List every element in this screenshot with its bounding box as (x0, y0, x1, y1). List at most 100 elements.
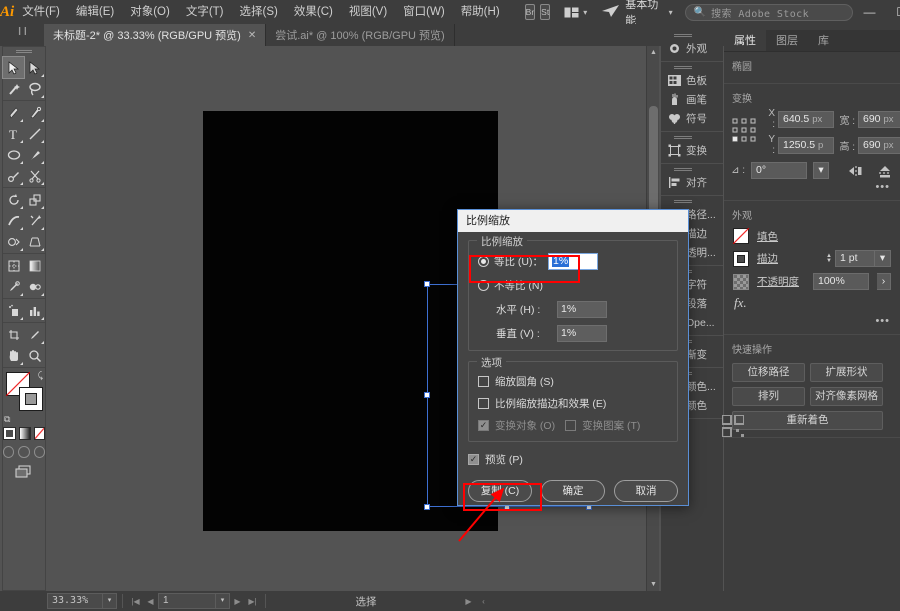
tab-libraries[interactable]: 库 (808, 30, 839, 51)
opacity-input[interactable]: 100% (813, 273, 869, 290)
gradient-tool[interactable] (24, 255, 45, 276)
artboard-number-input[interactable]: 1 (158, 593, 216, 609)
strokes-effects-checkbox[interactable] (478, 398, 489, 409)
dock-item-transform[interactable]: 变换 (661, 141, 723, 160)
uniform-input[interactable]: 1% (548, 253, 598, 270)
reference-point-grid[interactable] (731, 117, 757, 143)
flip-vertical-icon[interactable] (877, 164, 893, 178)
dock-item-align[interactable]: 对齐 (661, 173, 723, 192)
scale-tool[interactable] (24, 189, 45, 210)
document-tab-1[interactable]: 未标题-2* @ 33.33% (RGB/GPU 预览) ✕ (44, 24, 267, 46)
dock-item-symbols[interactable]: 符号 (661, 109, 723, 128)
mesh-tool[interactable] (3, 255, 24, 276)
dock-item-swatches[interactable]: 色板 (661, 71, 723, 90)
paintbrush-tool[interactable] (24, 144, 45, 165)
cc-libraries-icon[interactable] (601, 4, 621, 21)
symbol-sprayer-tool[interactable] (3, 300, 24, 321)
stroke-weight-dropdown[interactable]: ▾ (875, 250, 891, 267)
slice-tool[interactable] (24, 324, 45, 345)
menu-object[interactable]: 对象(O) (122, 0, 178, 24)
menu-select[interactable]: 选择(S) (232, 0, 286, 24)
artboard-tool[interactable] (3, 324, 24, 345)
strokes-effects-row[interactable]: 比例缩放描边和效果 (E) (478, 396, 668, 411)
non-uniform-row[interactable]: 不等比 (N) (478, 278, 668, 293)
y-input[interactable]: 1250.5 p (778, 136, 834, 154)
pencil-tool[interactable] (3, 165, 24, 186)
zoom-tool[interactable] (24, 345, 45, 366)
scissors-tool[interactable] (24, 165, 45, 186)
scroll-up-icon[interactable]: ▲ (647, 46, 659, 59)
cancel-button[interactable]: 取消 (614, 480, 678, 502)
tools-panel-grip[interactable] (3, 47, 45, 56)
first-page-icon[interactable]: |◀ (128, 597, 143, 606)
screen-mode-button[interactable] (3, 461, 45, 483)
flip-horizontal-icon[interactable] (847, 164, 863, 178)
stroke-weight-stepper[interactable]: ▲ ▼ (826, 253, 832, 264)
opacity-label[interactable]: 不透明度 (757, 274, 799, 289)
stroke-swatch[interactable] (19, 387, 43, 411)
handle-bottom-left[interactable] (424, 504, 430, 510)
color-mode-solid[interactable] (3, 427, 16, 440)
arrange-documents-button[interactable]: ▾ (564, 7, 587, 18)
opacity-expand-icon[interactable]: › (877, 273, 891, 290)
artboard-dropdown-icon[interactable]: ▾ (216, 593, 230, 609)
menu-effect[interactable]: 效果(C) (286, 0, 341, 24)
pen-tool[interactable] (3, 102, 24, 123)
column-graph-tool[interactable] (24, 300, 45, 321)
menu-view[interactable]: 视图(V) (341, 0, 395, 24)
default-colors-icon[interactable]: ⧉ (4, 414, 10, 425)
scale-dialog[interactable]: 比例缩放 比例缩放 等比 (U)： 1% 不等比 (N) 水平 (H) : 1% (457, 209, 689, 506)
width-input[interactable]: 690 px (858, 110, 900, 128)
round-corners-row[interactable]: 缩放圆角 (S) (478, 374, 668, 389)
eyedropper-tool[interactable] (3, 276, 24, 297)
angle-dropdown[interactable]: ▾ (813, 162, 829, 179)
swap-fill-stroke-icon[interactable]: ⤹ (38, 370, 43, 381)
fill-label[interactable]: 填色 (757, 229, 778, 244)
next-page-icon[interactable]: ▶ (230, 597, 245, 606)
height-input[interactable]: 690 px (858, 136, 900, 154)
dock-item-appearance[interactable]: 外观 (661, 39, 723, 58)
selection-tool[interactable] (2, 56, 25, 79)
bridge-button[interactable]: Br (524, 4, 536, 20)
round-corners-checkbox[interactable] (478, 376, 489, 387)
appearance-more-options-icon[interactable]: ••• (724, 313, 900, 327)
color-mode-gradient[interactable] (19, 427, 31, 440)
uniform-radio[interactable] (478, 256, 489, 267)
vertical-input[interactable]: 1% (557, 325, 607, 342)
menu-window[interactable]: 窗口(W) (395, 0, 453, 24)
ellipse-tool[interactable] (3, 144, 24, 165)
draw-behind-mode[interactable] (18, 446, 30, 458)
draw-inside-mode[interactable] (33, 446, 45, 458)
uniform-row[interactable]: 等比 (U)： 1% (478, 253, 668, 270)
stroke-label[interactable]: 描边 (757, 251, 778, 266)
dock-item-brushes[interactable]: 画笔 (661, 90, 723, 109)
chevron-down-icon[interactable]: ▾ (669, 8, 673, 17)
fill-swatch[interactable] (733, 228, 749, 244)
maximize-button[interactable]: ☐ (886, 0, 900, 24)
menu-type[interactable]: 文字(T) (178, 0, 232, 24)
tab-properties[interactable]: 属性 (724, 30, 766, 51)
status-resize-icon[interactable]: ‹ (476, 597, 491, 606)
horizontal-input[interactable]: 1% (557, 301, 607, 318)
angle-input[interactable]: 0° (751, 162, 807, 179)
close-icon[interactable]: ✕ (248, 30, 256, 41)
blend-tool[interactable] (24, 276, 45, 297)
direct-selection-tool[interactable] (24, 57, 45, 78)
arrange-button[interactable]: 排列 (732, 387, 805, 406)
status-menu-icon[interactable]: ▶ (461, 597, 476, 606)
preview-checkbox[interactable]: ✓ (468, 454, 479, 465)
zoom-level-input[interactable]: 33.33% (47, 593, 103, 609)
search-stock-box[interactable]: 🔍 搜索 Adobe Stock (684, 3, 854, 21)
color-mode-none[interactable] (33, 427, 45, 440)
stroke-weight-input[interactable]: 1 pt (835, 250, 875, 267)
copy-button[interactable]: 复制 (C) (468, 480, 532, 502)
handle-top-left[interactable] (424, 281, 430, 287)
menu-help[interactable]: 帮助(H) (453, 0, 508, 24)
menu-file[interactable]: 文件(F) (14, 0, 68, 24)
non-uniform-radio[interactable] (478, 280, 489, 291)
transform-more-options-icon[interactable]: ••• (724, 179, 900, 193)
stroke-swatch[interactable] (733, 250, 749, 267)
magic-wand-tool[interactable] (3, 78, 24, 99)
curvature-tool[interactable] (24, 102, 45, 123)
menu-edit[interactable]: 编辑(E) (68, 0, 122, 24)
